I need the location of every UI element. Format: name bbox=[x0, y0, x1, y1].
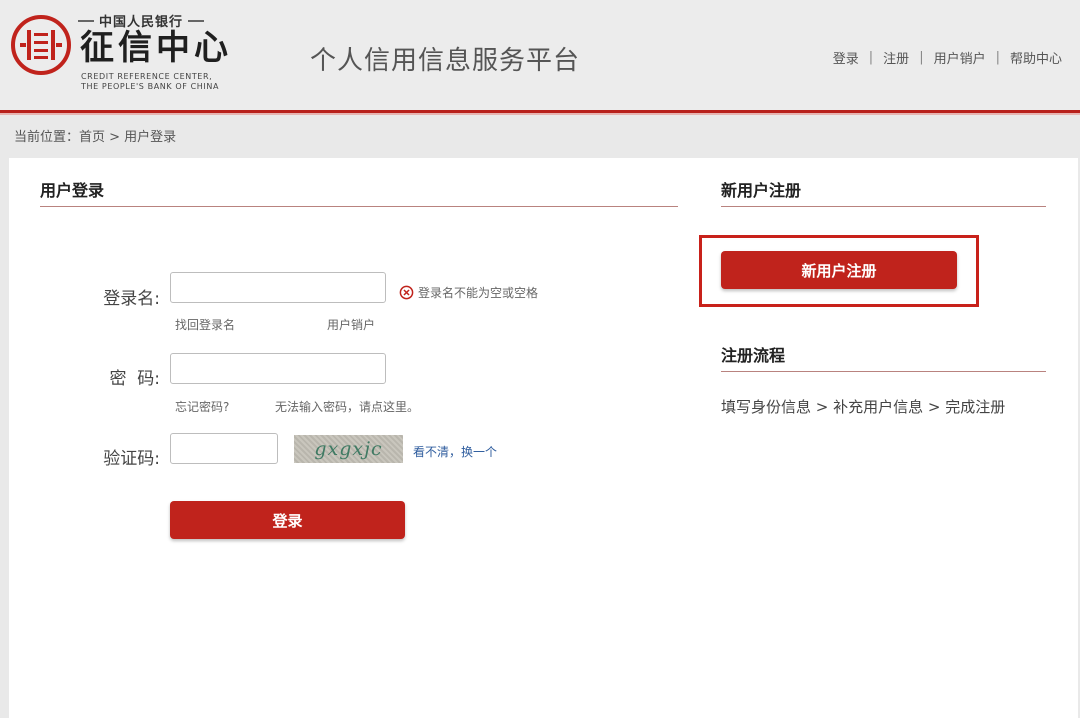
credit-center-emblem-icon bbox=[11, 15, 71, 75]
find-username-link[interactable]: 找回登录名 bbox=[175, 316, 235, 333]
logo-dash-right bbox=[188, 19, 205, 22]
register-flow-divider bbox=[721, 371, 1046, 372]
main-card: 用户登录 登录名: 登录名不能为空或空格 找回登录名 用户销户 密 码: 忘记密… bbox=[9, 158, 1078, 718]
cannot-input-password-link[interactable]: 无法输入密码，请点这里。 bbox=[275, 398, 419, 415]
captcha-label: 验证码: bbox=[103, 449, 160, 469]
nav-login-link[interactable]: 登录 bbox=[833, 48, 859, 67]
nav-register-link[interactable]: 注册 bbox=[883, 48, 909, 67]
username-input[interactable] bbox=[170, 272, 386, 303]
captcha-refresh-link[interactable]: 看不清，换一个 bbox=[413, 443, 497, 460]
login-section-title: 用户登录 bbox=[40, 181, 105, 200]
breadcrumb: 当前位置：首页 > 用户登录 bbox=[14, 130, 177, 145]
site-title: 个人信用信息服务平台 bbox=[310, 46, 581, 76]
site-header: 中国人民银行 征信中心 CREDIT REFERENCE CENTER, THE… bbox=[0, 0, 1080, 113]
username-label: 登录名: bbox=[103, 289, 160, 309]
cancel-account-link[interactable]: 用户销户 bbox=[327, 316, 375, 333]
nav-separator: | bbox=[868, 50, 874, 65]
register-flow-title: 注册流程 bbox=[721, 346, 786, 365]
logo-center-name: 征信中心 bbox=[80, 28, 232, 68]
top-nav: 登录 | 注册 | 用户销户 | 帮助中心 bbox=[833, 48, 1062, 67]
captcha-image[interactable]: gxgxjc bbox=[294, 435, 403, 463]
register-flow-steps: 填写身份信息 > 补充用户信息 > 完成注册 bbox=[721, 398, 1006, 416]
register-section-divider bbox=[721, 206, 1046, 207]
username-error-text: 登录名不能为空或空格 bbox=[418, 286, 539, 300]
logo-english-line-2: THE PEOPLE'S BANK OF CHINA bbox=[81, 82, 220, 91]
register-section-title: 新用户注册 bbox=[721, 181, 802, 200]
captcha-input[interactable] bbox=[170, 433, 278, 464]
nav-separator: | bbox=[995, 50, 1000, 65]
logo-english-line-1: CREDIT REFERENCE CENTER, bbox=[81, 72, 213, 81]
error-circle-x-icon bbox=[399, 285, 414, 300]
username-error: 登录名不能为空或空格 bbox=[399, 284, 538, 301]
logo-dash-left bbox=[78, 19, 94, 22]
nav-cancel-account-link[interactable]: 用户销户 bbox=[934, 48, 986, 67]
password-input[interactable] bbox=[170, 353, 386, 384]
new-user-register-button[interactable]: 新用户注册 bbox=[721, 251, 957, 289]
nav-help-center-link[interactable]: 帮助中心 bbox=[1010, 48, 1062, 67]
logo-english-name: CREDIT REFERENCE CENTER, THE PEOPLE'S BA… bbox=[81, 72, 219, 92]
login-section-divider bbox=[40, 206, 678, 207]
forgot-password-link[interactable]: 忘记密码? bbox=[175, 398, 229, 415]
password-label: 密 码: bbox=[109, 369, 160, 389]
nav-separator: | bbox=[919, 50, 924, 65]
login-submit-button[interactable]: 登录 bbox=[170, 501, 405, 539]
